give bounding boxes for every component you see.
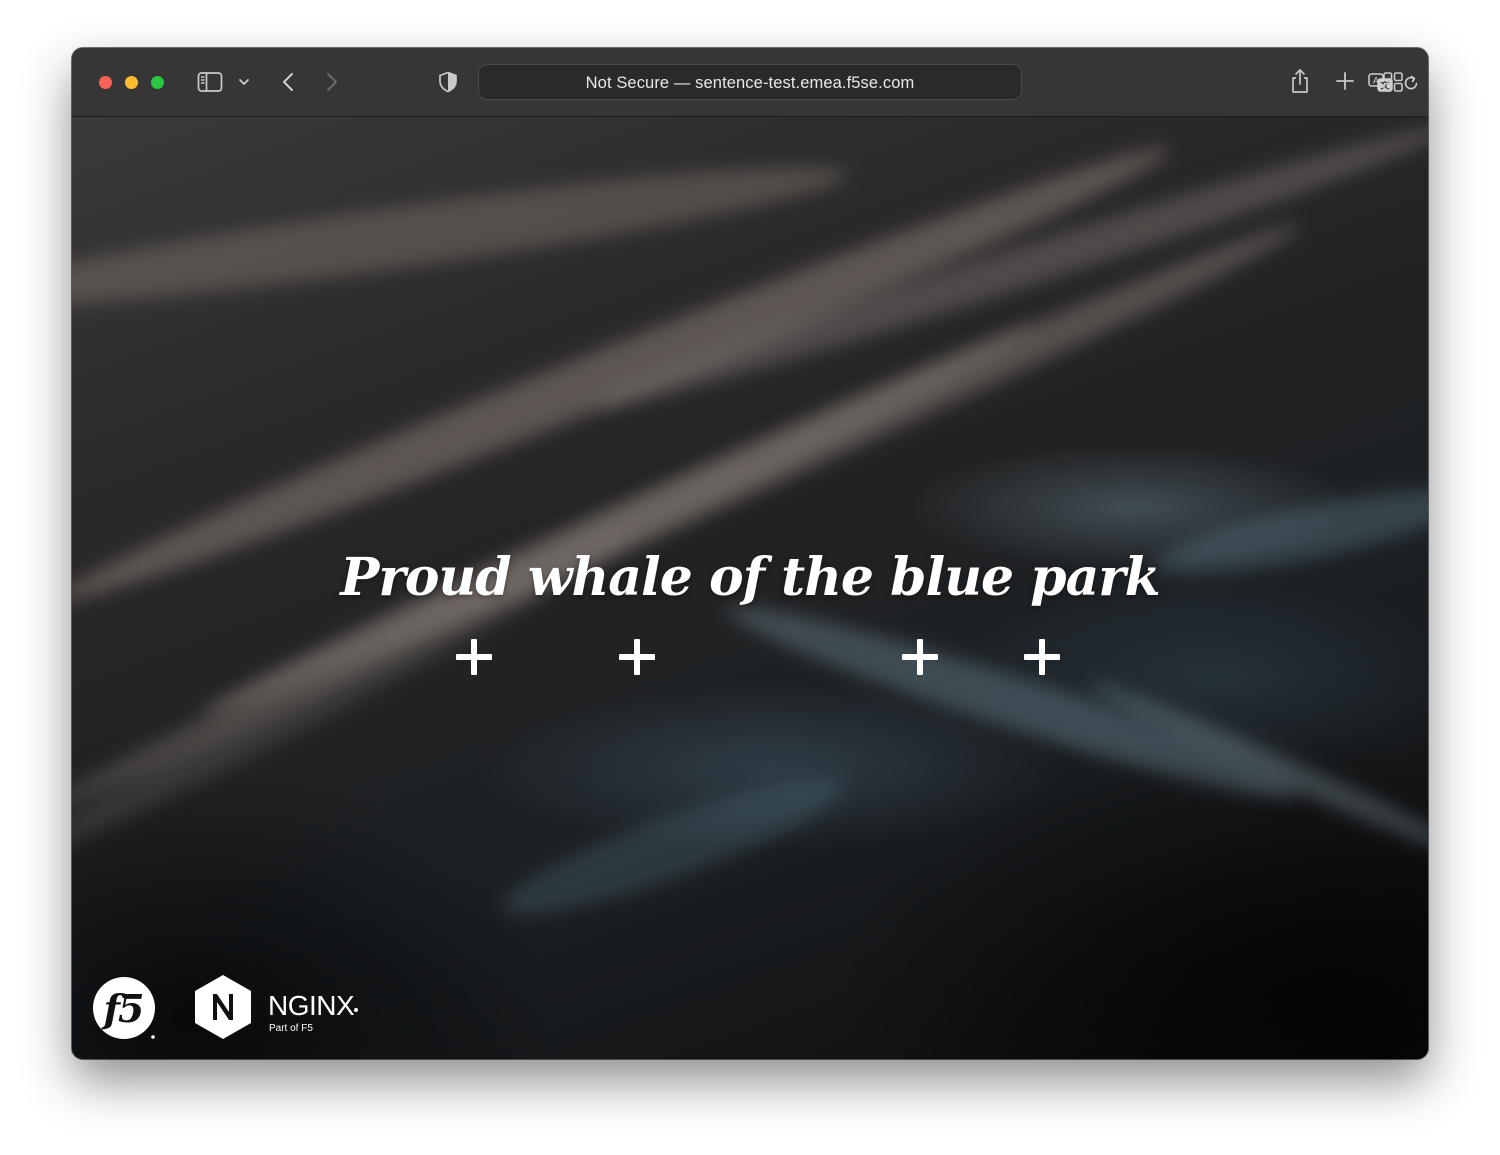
- plus-icon[interactable]: [454, 637, 494, 677]
- address-separator: —: [669, 74, 696, 92]
- f5-logo: f5: [91, 975, 157, 1041]
- nginx-logo-mark: [193, 974, 253, 1040]
- nginx-tagline: Part of F5: [269, 1023, 313, 1034]
- nginx-wordmark: NGINX: [268, 990, 355, 1021]
- background-wave: [492, 757, 852, 937]
- close-window-button[interactable]: [99, 76, 112, 89]
- address-bar[interactable]: Not Secure — sentence-test.emea.f5se.com…: [478, 64, 1418, 100]
- url-text: sentence-test.emea.f5se.com: [695, 74, 915, 92]
- share-icon[interactable]: [1288, 67, 1312, 95]
- chevron-down-icon[interactable]: [236, 74, 252, 90]
- sidebar-icon[interactable]: [197, 70, 223, 94]
- nginx-registered-dot: [354, 1008, 358, 1012]
- plus-icon[interactable]: [617, 637, 657, 677]
- svg-text:f5: f5: [101, 986, 143, 1031]
- minimize-window-button[interactable]: [125, 76, 138, 89]
- address-text: Not Secure — sentence-test.emea.f5se.com: [479, 74, 1021, 93]
- chevron-left-icon[interactable]: [278, 69, 298, 95]
- maximize-window-button[interactable]: [151, 76, 164, 89]
- browser-window: Not Secure — sentence-test.emea.f5se.com…: [72, 48, 1428, 1059]
- background-wave: [1084, 672, 1428, 868]
- browser-toolbar: Not Secure — sentence-test.emea.f5se.com…: [72, 48, 1428, 117]
- page-viewport: Proud whale of the blue park f5 NGINX Pa…: [72, 117, 1428, 1059]
- page-headline: Proud whale of the blue park: [340, 547, 1160, 608]
- grid-icon[interactable]: [1381, 70, 1405, 94]
- security-label: Not Secure: [585, 74, 670, 92]
- chevron-right-icon[interactable]: [322, 69, 342, 95]
- background-wave: [587, 117, 1428, 426]
- plus-icon[interactable]: [900, 637, 940, 677]
- plus-icon[interactable]: [1022, 637, 1062, 677]
- shield-icon[interactable]: [437, 70, 459, 94]
- plus-icon[interactable]: [1334, 70, 1356, 92]
